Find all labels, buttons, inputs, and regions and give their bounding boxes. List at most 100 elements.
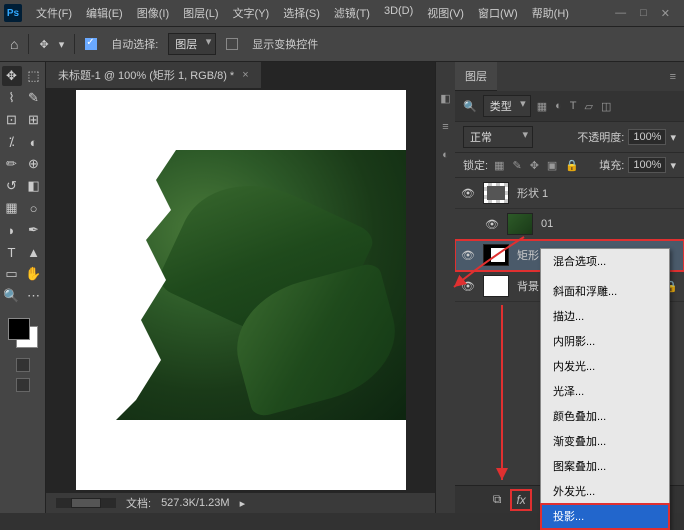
lasso-tool[interactable]: ⌇ bbox=[2, 88, 22, 108]
foreground-color[interactable] bbox=[8, 318, 30, 340]
layers-tab[interactable]: 图层 bbox=[455, 62, 497, 91]
gradient-tool[interactable]: ▦ bbox=[2, 198, 22, 218]
target-dropdown[interactable]: 图层 bbox=[168, 33, 216, 55]
eyedropper-tool[interactable]: ⁒ bbox=[2, 132, 22, 152]
quick-select-tool[interactable]: ✎ bbox=[24, 88, 44, 108]
brush-tool[interactable]: ✏ bbox=[2, 154, 22, 174]
blend-mode-dropdown[interactable]: 正常 bbox=[463, 126, 533, 148]
layer-thumb[interactable] bbox=[483, 244, 509, 266]
opacity-value[interactable]: 100% bbox=[628, 129, 666, 145]
hand-tool[interactable]: ✋ bbox=[24, 264, 44, 284]
caret-icon[interactable]: ▾ bbox=[670, 159, 676, 172]
lock-trans-icon[interactable]: ▦ bbox=[494, 159, 504, 172]
fx-drop-shadow[interactable]: 投影... bbox=[541, 504, 669, 529]
menu-3d[interactable]: 3D(D) bbox=[378, 2, 419, 24]
panel-menu-icon[interactable]: ≡ bbox=[662, 71, 684, 83]
clone-tool[interactable]: ⊕ bbox=[24, 154, 44, 174]
menu-file[interactable]: 文件(F) bbox=[30, 2, 78, 24]
collapsed-panel-icon[interactable]: ◧ bbox=[440, 92, 450, 105]
quick-mask-icon[interactable] bbox=[16, 358, 30, 372]
titlebar: Ps 文件(F) 编辑(E) 图像(I) 图层(L) 文字(Y) 选择(S) 滤… bbox=[0, 0, 684, 26]
layer-name[interactable]: 背景 bbox=[517, 278, 539, 294]
visibility-icon[interactable]: 👁 bbox=[461, 249, 475, 262]
link-layers-icon[interactable]: ⧉ bbox=[493, 492, 502, 507]
move-tool[interactable]: ✥ bbox=[2, 66, 22, 86]
fx-gradient-overlay[interactable]: 渐变叠加... bbox=[541, 429, 669, 454]
fx-stroke[interactable]: 描边... bbox=[541, 304, 669, 329]
fill-value[interactable]: 100% bbox=[628, 157, 666, 173]
eraser-tool[interactable]: ◧ bbox=[24, 176, 44, 196]
layer-thumb[interactable] bbox=[483, 275, 509, 297]
layer-row[interactable]: 👁 形状 1 bbox=[455, 178, 684, 209]
filter-type-dropdown[interactable]: 类型 bbox=[483, 95, 531, 117]
filter-type-icon[interactable]: T bbox=[570, 100, 577, 113]
collapsed-panels: ◧ ≡ ◐ bbox=[435, 62, 455, 513]
menu-image[interactable]: 图像(I) bbox=[131, 2, 175, 24]
document-tab[interactable]: 未标题-1 @ 100% (矩形 1, RGB/8) * × bbox=[46, 62, 261, 88]
history-brush-tool[interactable]: ↺ bbox=[2, 176, 22, 196]
fx-blend-options[interactable]: 混合选项... bbox=[541, 249, 669, 274]
visibility-icon[interactable]: 👁 bbox=[461, 187, 475, 200]
fx-inner-glow[interactable]: 内发光... bbox=[541, 354, 669, 379]
menu-filter[interactable]: 滤镜(T) bbox=[328, 2, 376, 24]
menu-view[interactable]: 视图(V) bbox=[421, 2, 470, 24]
fx-satin[interactable]: 光泽... bbox=[541, 379, 669, 404]
layer-thumb[interactable] bbox=[483, 182, 509, 204]
lock-artboard-icon[interactable]: ▣ bbox=[547, 159, 557, 172]
layer-thumb[interactable] bbox=[507, 213, 533, 235]
patch-tool[interactable]: ◐ bbox=[24, 132, 44, 152]
fx-inner-shadow[interactable]: 内阴影... bbox=[541, 329, 669, 354]
move-tool-icon[interactable]: ✥ bbox=[39, 38, 48, 51]
caret-icon[interactable]: ▾ bbox=[59, 38, 65, 51]
minimize-button[interactable]: — bbox=[615, 7, 626, 20]
visibility-icon[interactable]: 👁 bbox=[485, 218, 499, 231]
frame-tool[interactable]: ⊞ bbox=[24, 110, 44, 130]
shape-tool[interactable]: ▭ bbox=[2, 264, 22, 284]
type-tool[interactable]: T bbox=[2, 242, 22, 262]
caret-icon[interactable]: ▾ bbox=[670, 131, 676, 144]
dodge-tool[interactable]: ◗ bbox=[2, 220, 22, 240]
layer-name[interactable]: 形状 1 bbox=[517, 185, 548, 201]
layer-row[interactable]: 👁 01 bbox=[455, 209, 684, 240]
layer-name[interactable]: 01 bbox=[541, 218, 553, 230]
layer-fx-button[interactable]: fx bbox=[513, 492, 528, 508]
tab-close-icon[interactable]: × bbox=[242, 69, 248, 81]
home-icon[interactable]: ⌂ bbox=[10, 36, 18, 52]
show-transform-checkbox[interactable] bbox=[226, 38, 238, 50]
fx-color-overlay[interactable]: 颜色叠加... bbox=[541, 404, 669, 429]
visibility-icon[interactable]: 👁 bbox=[461, 280, 475, 293]
close-button[interactable]: ✕ bbox=[661, 7, 670, 20]
blur-tool[interactable]: ○ bbox=[24, 198, 44, 218]
zoom-tool[interactable]: 🔍 bbox=[2, 286, 22, 306]
filter-adjust-icon[interactable]: ◐ bbox=[555, 100, 562, 113]
pen-tool[interactable]: ✒ bbox=[24, 220, 44, 240]
screen-mode-icon[interactable] bbox=[16, 378, 30, 392]
menu-edit[interactable]: 编辑(E) bbox=[80, 2, 129, 24]
fx-bevel[interactable]: 斜面和浮雕... bbox=[541, 279, 669, 304]
status-arrow-icon[interactable]: ▸ bbox=[240, 497, 246, 510]
maximize-button[interactable]: □ bbox=[640, 7, 647, 20]
menu-layer[interactable]: 图层(L) bbox=[177, 2, 224, 24]
menu-type[interactable]: 文字(Y) bbox=[227, 2, 276, 24]
color-swatches[interactable] bbox=[2, 316, 44, 352]
filter-shape-icon[interactable]: ▱ bbox=[585, 100, 593, 113]
scrollbar[interactable] bbox=[56, 498, 116, 508]
menu-help[interactable]: 帮助(H) bbox=[526, 2, 575, 24]
menu-select[interactable]: 选择(S) bbox=[277, 2, 326, 24]
path-select-tool[interactable]: ▲ bbox=[24, 242, 44, 262]
collapsed-panel-icon[interactable]: ◐ bbox=[442, 149, 449, 161]
edit-toolbar[interactable]: ⋯ bbox=[24, 286, 44, 306]
collapsed-panel-icon[interactable]: ≡ bbox=[442, 121, 448, 133]
crop-tool[interactable]: ⊡ bbox=[2, 110, 22, 130]
marquee-tool[interactable]: ⬚ bbox=[24, 66, 44, 86]
lock-all-icon[interactable]: 🔒 bbox=[565, 159, 579, 172]
lock-pixels-icon[interactable]: ✎ bbox=[512, 159, 521, 172]
filter-pixel-icon[interactable]: ▦ bbox=[537, 100, 547, 113]
canvas[interactable] bbox=[76, 90, 406, 490]
menu-window[interactable]: 窗口(W) bbox=[472, 2, 524, 24]
auto-select-checkbox[interactable] bbox=[85, 38, 97, 50]
fx-pattern-overlay[interactable]: 图案叠加... bbox=[541, 454, 669, 479]
lock-pos-icon[interactable]: ✥ bbox=[530, 159, 539, 172]
filter-smart-icon[interactable]: ◫ bbox=[601, 100, 611, 113]
fx-outer-glow[interactable]: 外发光... bbox=[541, 479, 669, 504]
